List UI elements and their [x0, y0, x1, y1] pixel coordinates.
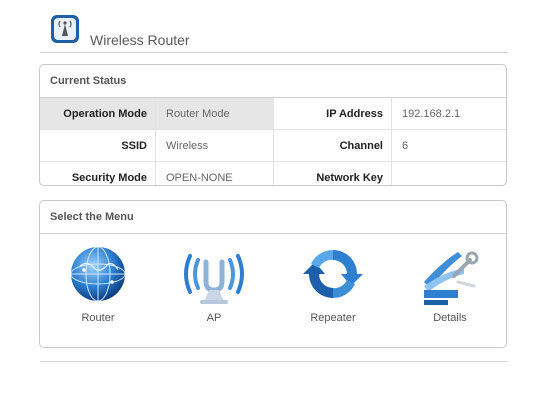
menu-label-details: Details: [433, 312, 467, 324]
ip-address-label: IP Address: [273, 98, 392, 130]
antenna-icon: [184, 254, 244, 304]
ssid-value: Wireless: [155, 129, 274, 162]
operation-mode-label: Operation Mode: [40, 98, 156, 130]
security-mode-label: Security Mode: [40, 161, 156, 185]
globe-icon: [70, 246, 126, 302]
operation-mode-value: Router Mode: [155, 98, 274, 130]
menu-item-details[interactable]: Details: [400, 242, 500, 324]
menu-heading: Select the Menu: [40, 201, 506, 234]
status-row: SSID Wireless Channel 6: [40, 129, 506, 162]
network-key-label: Network Key: [273, 161, 392, 185]
status-heading: Current Status: [40, 65, 506, 98]
menu-items: Router AP Repeater Details: [40, 234, 506, 347]
ip-address-value: 192.168.2.1: [391, 98, 506, 130]
tools-icon: [424, 251, 479, 305]
menu-label-ap: AP: [206, 312, 222, 324]
menu-item-ap[interactable]: AP: [164, 242, 264, 324]
router-logo-icon: [51, 15, 79, 43]
channel-label: Channel: [273, 129, 392, 162]
status-table: Operation Mode Router Mode IP Address 19…: [40, 98, 507, 186]
footer-divider: [40, 361, 508, 362]
status-row: Security Mode OPEN-NONE Network Key: [40, 161, 507, 186]
menu-label-router: Router: [81, 312, 115, 324]
network-key-value: [392, 162, 507, 186]
page-title: Wireless Router: [90, 32, 190, 48]
refresh-icon: [303, 249, 363, 299]
menu-item-router[interactable]: Router: [48, 242, 148, 324]
ssid-label: SSID: [40, 129, 156, 162]
page-header: Wireless Router: [40, 12, 508, 53]
channel-value: 6: [391, 129, 506, 162]
current-status-panel: Current Status Operation Mode Router Mod…: [39, 64, 507, 186]
status-row: Operation Mode Router Mode IP Address 19…: [40, 98, 506, 130]
menu-item-repeater[interactable]: Repeater: [283, 242, 383, 324]
menu-label-repeater: Repeater: [310, 312, 356, 324]
security-mode-value: OPEN-NONE: [155, 161, 274, 185]
select-menu-panel: Select the Menu Router AP Repeater Detai…: [39, 200, 507, 348]
